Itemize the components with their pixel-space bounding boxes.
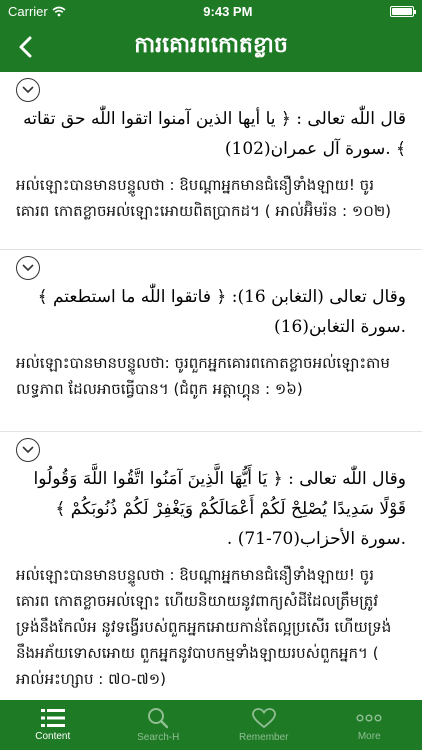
tab-content[interactable]: Content bbox=[0, 700, 106, 750]
tab-bar: Content Search-H Remember More bbox=[0, 700, 422, 750]
top-bar: Carrier 9:43 PM ការគោរពកោតខ្លាច bbox=[0, 0, 422, 72]
status-bar: Carrier 9:43 PM bbox=[0, 0, 422, 22]
list-item: وقال تعالى (التغابن 16): ﴿ فاتقوا اللّٰه… bbox=[0, 250, 422, 432]
search-icon bbox=[148, 708, 169, 729]
arabic-text: وقال اللّٰه تعالى : ﴿ يَا أَيُّهَا الَّذ… bbox=[33, 469, 406, 549]
carrier-label: Carrier bbox=[8, 3, 48, 19]
tab-label: More bbox=[357, 731, 381, 742]
tab-more[interactable]: More bbox=[317, 700, 422, 750]
khmer-translation: អល់ឡោះបានមានបន្ទូលថា : ឱបណ្ដាអ្នកមានជំនឿ… bbox=[16, 566, 392, 688]
khmer-translation: អល់ឡោះបានមានបន្ទូលថា: ចូរពួកអ្នកគោរពកោតខ… bbox=[16, 354, 390, 398]
more-dots-icon bbox=[356, 714, 382, 722]
list-icon bbox=[40, 709, 65, 727]
status-time: 9:43 PM bbox=[203, 3, 253, 19]
list-item: قال اللّٰه تعالى : ﴿ يا أيها الذين آمنوا… bbox=[0, 72, 422, 250]
arabic-text: وقال تعالى (التغابن 16): ﴿ فاتقوا اللّٰه… bbox=[37, 287, 406, 337]
back-button[interactable] bbox=[8, 30, 42, 64]
arabic-text: قال اللّٰه تعالى : ﴿ يا أيها الذين آمنوا… bbox=[23, 109, 406, 159]
expand-button[interactable] bbox=[16, 438, 40, 462]
tab-label: Search-H bbox=[137, 732, 180, 743]
khmer-translation: អល់ឡោះបានមានបន្ទូលថា : ឱបណ្ដាអ្នកមានជំនឿ… bbox=[16, 176, 392, 220]
expand-button[interactable] bbox=[16, 256, 40, 280]
tab-label: Content bbox=[35, 731, 71, 742]
expand-button[interactable] bbox=[16, 78, 40, 102]
page-title: ការគោរពកោតខ្លាច bbox=[134, 33, 288, 58]
tab-search[interactable]: Search-H bbox=[106, 700, 212, 750]
wifi-icon bbox=[52, 6, 66, 16]
chevron-left-icon bbox=[19, 36, 32, 58]
heart-icon bbox=[251, 707, 276, 728]
tab-label: Remember bbox=[239, 731, 289, 743]
chevron-down-icon bbox=[22, 86, 34, 94]
content-list[interactable]: قال اللّٰه تعالى : ﴿ يا أيها الذين آمنوا… bbox=[0, 72, 422, 700]
list-item: وقال اللّٰه تعالى : ﴿ يَا أَيُّهَا الَّذ… bbox=[0, 432, 422, 700]
battery-icon bbox=[390, 5, 416, 17]
chevron-down-icon bbox=[22, 264, 34, 272]
nav-bar: ការគោរពកោតខ្លាច bbox=[0, 22, 422, 72]
chevron-down-icon bbox=[22, 446, 34, 454]
carrier-group: Carrier bbox=[8, 4, 66, 19]
tab-remember[interactable]: Remember bbox=[211, 700, 317, 750]
